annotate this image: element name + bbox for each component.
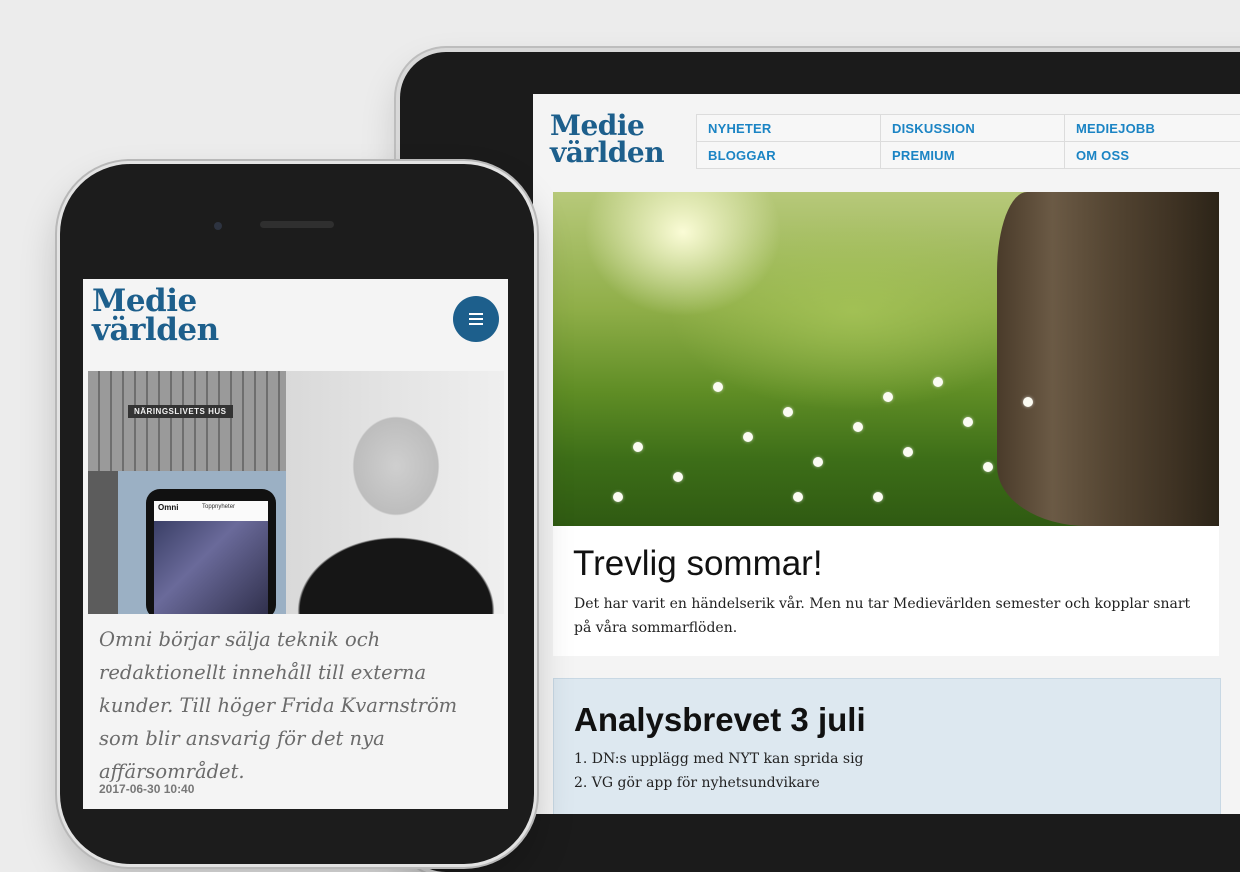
nav-item-om-oss[interactable]: OM OSS (1064, 142, 1240, 169)
photo-phone: Omni Toppnyheter (146, 489, 276, 614)
flower (613, 492, 623, 502)
site-logo-mobile[interactable]: Medie världen (92, 286, 219, 348)
building-photo: NÄRINGSLIVETS HUS (88, 371, 286, 471)
flower (933, 377, 943, 387)
tablet-screen: Medie världen NYHETER DISKUSSION MEDIEJO… (533, 94, 1240, 814)
hamburger-icon (469, 313, 483, 315)
flower (813, 457, 823, 467)
nav-item-bloggar[interactable]: BLOGGAR (696, 142, 880, 169)
flower (793, 492, 803, 502)
phone-speaker (260, 221, 334, 228)
nav-item-mediejobb[interactable]: MEDIEJOBB (1064, 115, 1240, 142)
article-image[interactable]: NÄRINGSLIVETS HUS Omni Toppnyheter (88, 371, 504, 614)
photo-phone-screen: Omni Toppnyheter (154, 501, 268, 614)
nav-item-nyheter[interactable]: NYHETER (696, 115, 880, 142)
omni-logo: Omni (158, 503, 179, 512)
logo-line2: världen (92, 312, 219, 348)
site-logo[interactable]: Medie världen (550, 109, 665, 169)
tree-trunk (997, 192, 1219, 526)
logo-line1: Medie (550, 109, 645, 142)
article-card[interactable]: Trevlig sommar! Det har varit en händels… (553, 526, 1219, 656)
flower (853, 422, 863, 432)
flower (1023, 397, 1033, 407)
phone-screen: Medie världen NÄRINGSLIVETS HUS Omni Top… (83, 279, 508, 809)
flower (783, 407, 793, 417)
flower (873, 492, 883, 502)
flower (633, 442, 643, 452)
image-caption: Omni börjar sälja teknik och redaktionel… (99, 628, 458, 783)
hamburger-menu-button[interactable] (453, 296, 499, 342)
hamburger-icon (469, 323, 483, 325)
flower (743, 432, 753, 442)
omni-news-image (154, 521, 268, 614)
article-text: Det har varit en händelserik vår. Men nu… (574, 596, 1191, 636)
building-sign: NÄRINGSLIVETS HUS (128, 405, 233, 418)
flower (883, 392, 893, 402)
phone-camera (214, 222, 222, 230)
hamburger-icon (469, 318, 483, 320)
hero-image-meadow[interactable] (553, 192, 1219, 526)
analys-item[interactable]: 2. VG gör app för nyhetsundvikare (574, 771, 864, 795)
hand-with-phone: Omni Toppnyheter (118, 471, 286, 614)
nav-item-premium[interactable]: PREMIUM (880, 142, 1064, 169)
analys-title[interactable]: Analysbrevet 3 juli (574, 701, 866, 739)
analys-item[interactable]: 1. DN:s upplägg med NYT kan sprida sig (574, 747, 864, 771)
article-title[interactable]: Trevlig sommar! (573, 544, 823, 584)
analys-box: Analysbrevet 3 juli 1. DN:s upplägg med … (553, 678, 1221, 814)
article-date: 2017-06-30 10:40 (99, 782, 195, 796)
flower (673, 472, 683, 482)
flower (963, 417, 973, 427)
logo-line2: världen (550, 136, 665, 169)
flower (903, 447, 913, 457)
flower (983, 462, 993, 472)
nav-item-diskussion[interactable]: DISKUSSION (880, 115, 1064, 142)
omni-tab: Toppnyheter (202, 504, 236, 510)
portrait-photo (286, 371, 504, 614)
main-nav: NYHETER DISKUSSION MEDIEJOBB BLOGGAR PRE… (696, 114, 1240, 171)
analys-list: 1. DN:s upplägg med NYT kan sprida sig 2… (574, 747, 864, 795)
flower (713, 382, 723, 392)
